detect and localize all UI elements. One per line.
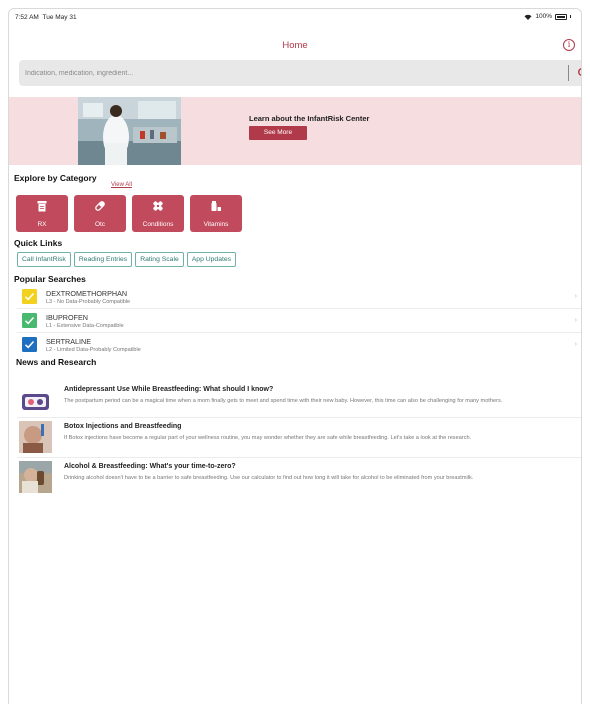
category-rx-button[interactable]: RX bbox=[16, 195, 68, 232]
battery-percent: 100% bbox=[535, 13, 552, 20]
news-card[interactable]: Antidepressant Use While Breastfeeding: … bbox=[17, 380, 581, 418]
quick-link-call-infantrisk[interactable]: Call InfantRisk bbox=[17, 252, 71, 267]
news-headline: Alcohol & Breastfeeding: What's your tim… bbox=[64, 463, 236, 470]
status-time: 7:52 AM Tue May 31 bbox=[15, 14, 77, 21]
page-title: Home bbox=[282, 40, 308, 51]
checkmark-icon bbox=[22, 289, 37, 304]
news-summary: Drinking alcohol doesn't have to be a ba… bbox=[64, 475, 474, 481]
pill-icon bbox=[95, 201, 105, 211]
search-divider bbox=[568, 65, 569, 81]
news-title: News and Research bbox=[16, 357, 97, 367]
search-bar bbox=[19, 60, 582, 86]
list-item[interactable]: DEXTROMETHORPHAN L3 - No Data-Probably C… bbox=[17, 285, 581, 309]
banner-title: Learn about the InfantRisk Center bbox=[249, 114, 370, 123]
status-date: Tue May 31 bbox=[42, 14, 77, 21]
quick-link-app-updates[interactable]: App Updates bbox=[186, 252, 237, 267]
view-all-link[interactable]: View All bbox=[111, 182, 132, 188]
lab-photo bbox=[78, 97, 181, 165]
drug-name: SERTRALINE bbox=[46, 337, 92, 346]
category-otc-button[interactable]: Otc bbox=[74, 195, 126, 232]
news-headline: Botox Injections and Breastfeeding bbox=[64, 423, 182, 430]
promo-banner: Learn about the InfantRisk Center See Mo… bbox=[9, 97, 581, 165]
list-item[interactable]: IBUPROFEN L1 - Extensive Data-Compatible… bbox=[17, 309, 581, 333]
news-thumbnail bbox=[19, 461, 52, 493]
category-grid: RX Otc Conditions Vitamins bbox=[16, 195, 242, 232]
news-thumbnail bbox=[19, 421, 52, 453]
news-summary: If Botox injections have become a regula… bbox=[64, 435, 472, 441]
see-more-button[interactable]: See More bbox=[249, 126, 307, 140]
battery-icon bbox=[555, 13, 567, 20]
quick-links-row: Call InfantRisk Reading Entries Rating S… bbox=[17, 252, 237, 267]
categories-title: Explore by Category bbox=[14, 173, 97, 183]
checkmark-icon bbox=[22, 337, 37, 352]
drug-name: DEXTROMETHORPHAN bbox=[46, 289, 128, 298]
status-bar: 7:52 AM Tue May 31 100% bbox=[9, 9, 581, 25]
quick-links-title: Quick Links bbox=[14, 238, 63, 248]
app-window: 7:52 AM Tue May 31 100% Home i Indicatio… bbox=[8, 8, 582, 704]
chevron-right-icon: › bbox=[574, 293, 577, 300]
info-icon[interactable]: i bbox=[563, 39, 575, 51]
news-list: Antidepressant Use While Breastfeeding: … bbox=[17, 380, 581, 498]
popular-searches-title: Popular Searches bbox=[14, 274, 86, 284]
quick-link-rating-scale[interactable]: Rating Scale bbox=[135, 252, 184, 267]
category-label: Otc bbox=[94, 221, 106, 228]
drug-risk-level: L3 - No Data-Probably Compatible bbox=[46, 299, 131, 305]
category-label: RX bbox=[37, 221, 47, 228]
prescription-icon bbox=[37, 201, 47, 212]
category-vitamins-button[interactable]: Vitamins bbox=[190, 195, 242, 232]
news-headline: Antidepressant Use While Breastfeeding: … bbox=[64, 386, 274, 393]
checkmark-icon bbox=[22, 313, 37, 328]
chevron-right-icon: › bbox=[574, 317, 577, 324]
battery-tip bbox=[570, 15, 571, 18]
search-icon[interactable] bbox=[577, 67, 582, 79]
drug-risk-level: L1 - Extensive Data-Compatible bbox=[46, 323, 124, 329]
search-input[interactable] bbox=[25, 63, 555, 83]
news-thumbnail bbox=[19, 385, 52, 417]
popular-searches-list: DEXTROMETHORPHAN L3 - No Data-Probably C… bbox=[17, 285, 581, 357]
wifi-icon bbox=[524, 14, 532, 20]
news-card[interactable]: Alcohol & Breastfeeding: What's your tim… bbox=[17, 458, 581, 498]
quick-link-reading-entries[interactable]: Reading Entries bbox=[73, 252, 133, 267]
category-label: Vitamins bbox=[203, 221, 229, 228]
category-conditions-button[interactable]: Conditions bbox=[132, 195, 184, 232]
list-item[interactable]: SERTRALINE L2 - Limited Data-Probably Co… bbox=[17, 333, 581, 357]
status-clock: 7:52 AM bbox=[15, 14, 39, 21]
chevron-right-icon: › bbox=[574, 341, 577, 348]
vitamin-bottle-icon bbox=[211, 201, 221, 211]
drug-risk-level: L2 - Limited Data-Probably Compatible bbox=[46, 347, 141, 353]
status-indicators: 100% bbox=[524, 13, 571, 20]
nav-bar: Home i bbox=[9, 27, 581, 57]
bandage-icon bbox=[153, 201, 163, 211]
news-card[interactable]: Botox Injections and Breastfeeding If Bo… bbox=[17, 418, 581, 458]
drug-name: IBUPROFEN bbox=[46, 313, 88, 322]
news-summary: The postpartum period can be a magical t… bbox=[64, 398, 503, 404]
category-label: Conditions bbox=[142, 221, 174, 228]
